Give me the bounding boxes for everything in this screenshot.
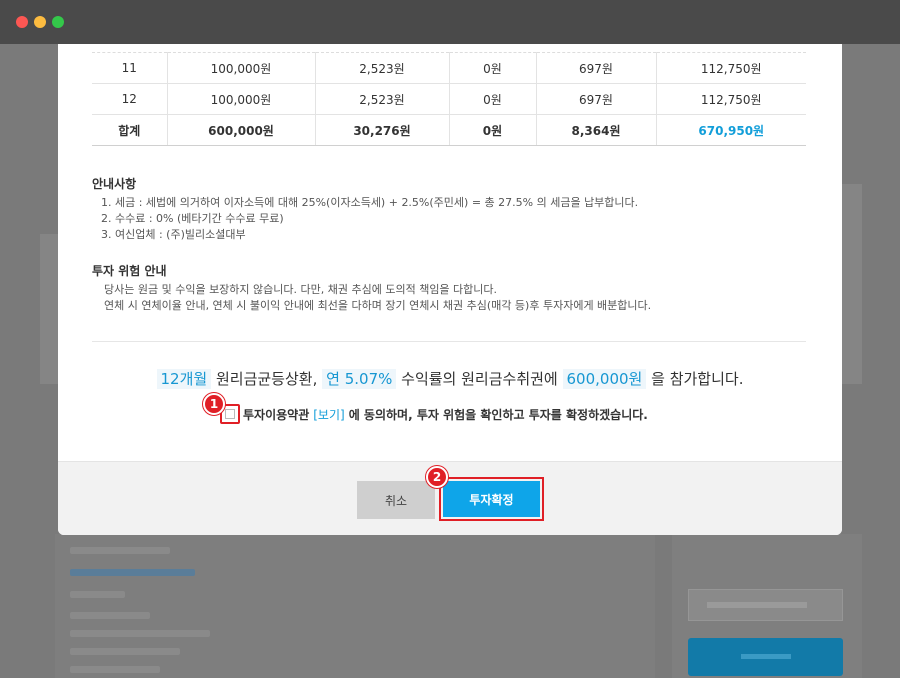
principal-cell: 100,000원 xyxy=(167,52,316,84)
confirm-button-highlight: 투자확정 xyxy=(439,477,544,521)
table-row: 12 100,000원 2,523원 0원 697원 112,750원 xyxy=(92,83,806,115)
step-2-badge: 2 xyxy=(426,466,448,488)
modal-footer: 취소 투자확정 xyxy=(58,461,842,535)
total-payout: 670,950원 xyxy=(656,114,806,146)
risk-title: 투자 위험 안내 xyxy=(92,264,167,278)
maximize-window-button[interactable] xyxy=(52,16,64,28)
table-row: 11 100,000원 2,523원 0원 697원 112,750원 xyxy=(92,52,806,84)
payout-cell: 112,750원 xyxy=(656,52,806,84)
notice-item: 3. 여신업체 : (주)빌리소셜대부 xyxy=(101,228,246,241)
total-tax: 8,364원 xyxy=(536,114,657,146)
background-link xyxy=(70,569,195,576)
total-label: 합계 xyxy=(92,114,168,146)
invest-confirm-modal: 11 100,000원 2,523원 0원 697원 112,750원 12 1… xyxy=(58,44,842,535)
step-1-badge: 1 xyxy=(203,393,225,415)
investment-summary: 12개월 원리금균등상환, 연 5.07% 수익률의 원리금수취권에 600,0… xyxy=(58,368,842,389)
background-text xyxy=(70,648,180,655)
agreement-text: 에 동의하며, 투자 위험을 확인하고 투자를 확정하겠습니다. xyxy=(348,407,648,422)
notice-item: 2. 수수료 : 0% (베타기간 수수료 무료) xyxy=(101,212,284,225)
terms-view-link[interactable]: [보기] xyxy=(313,406,344,423)
divider xyxy=(92,341,806,342)
repay-method: 원리금균등상환, xyxy=(215,370,318,388)
total-principal: 600,000원 xyxy=(167,114,316,146)
amount-suffix: 을 참가합니다. xyxy=(651,370,744,388)
notice-list: 1. 세금 : 세법에 의거하여 이자소득에 대해 25%(이자소득세) + 2… xyxy=(101,195,638,243)
background-text xyxy=(70,630,210,637)
background-content xyxy=(55,534,655,678)
fee-cell: 0원 xyxy=(449,83,537,115)
risk-line: 연체 시 연체이율 안내, 연체 시 불이익 안내에 최선을 다하며 장기 연체… xyxy=(104,299,652,312)
background-input xyxy=(688,589,843,621)
background-button xyxy=(688,638,843,676)
total-fee: 0원 xyxy=(449,114,537,146)
agreement-row: 투자이용약관 [보기] 에 동의하며, 투자 위험을 확인하고 투자를 확정하겠… xyxy=(220,404,648,424)
confirm-investment-button[interactable]: 투자확정 xyxy=(443,481,540,517)
background-text xyxy=(70,612,150,619)
rate-chip: 연 5.07% xyxy=(322,369,397,389)
rate-suffix: 수익률의 원리금수취권에 xyxy=(401,370,558,388)
notice-item: 1. 세금 : 세법에 의거하여 이자소득에 대해 25%(이자소득세) + 2… xyxy=(101,196,639,209)
total-row: 합계 600,000원 30,276원 0원 8,364원 670,950원 xyxy=(92,114,806,146)
amount-chip: 600,000원 xyxy=(562,369,647,389)
cancel-button[interactable]: 취소 xyxy=(357,481,435,519)
risk-list: 당사는 원금 및 수익을 보장하지 않습니다. 다만, 채권 추심에 도의적 책… xyxy=(104,282,651,314)
total-interest: 30,276원 xyxy=(315,114,450,146)
tax-cell: 697원 xyxy=(536,52,657,84)
payout-cell: 112,750원 xyxy=(656,83,806,115)
risk-line: 당사는 원금 및 수익을 보장하지 않습니다. 다만, 채권 추심에 도의적 책… xyxy=(104,283,498,296)
window-titlebar xyxy=(0,0,900,44)
terms-label: 투자이용약관 xyxy=(243,407,310,422)
agreement-checkbox[interactable] xyxy=(225,409,235,419)
background-text xyxy=(70,666,160,673)
tax-cell: 697원 xyxy=(536,83,657,115)
fee-cell: 0원 xyxy=(449,52,537,84)
close-window-button[interactable] xyxy=(16,16,28,28)
minimize-window-button[interactable] xyxy=(34,16,46,28)
background-text xyxy=(70,547,170,554)
notice-title: 안내사항 xyxy=(92,177,137,191)
principal-cell: 100,000원 xyxy=(167,83,316,115)
interest-cell: 2,523원 xyxy=(315,52,450,84)
term-chip: 12개월 xyxy=(156,369,212,389)
period-cell: 12 xyxy=(92,83,168,115)
repayment-schedule-table: 11 100,000원 2,523원 0원 697원 112,750원 12 1… xyxy=(92,52,806,146)
interest-cell: 2,523원 xyxy=(315,83,450,115)
period-cell: 11 xyxy=(92,52,168,84)
background-text xyxy=(70,591,125,598)
